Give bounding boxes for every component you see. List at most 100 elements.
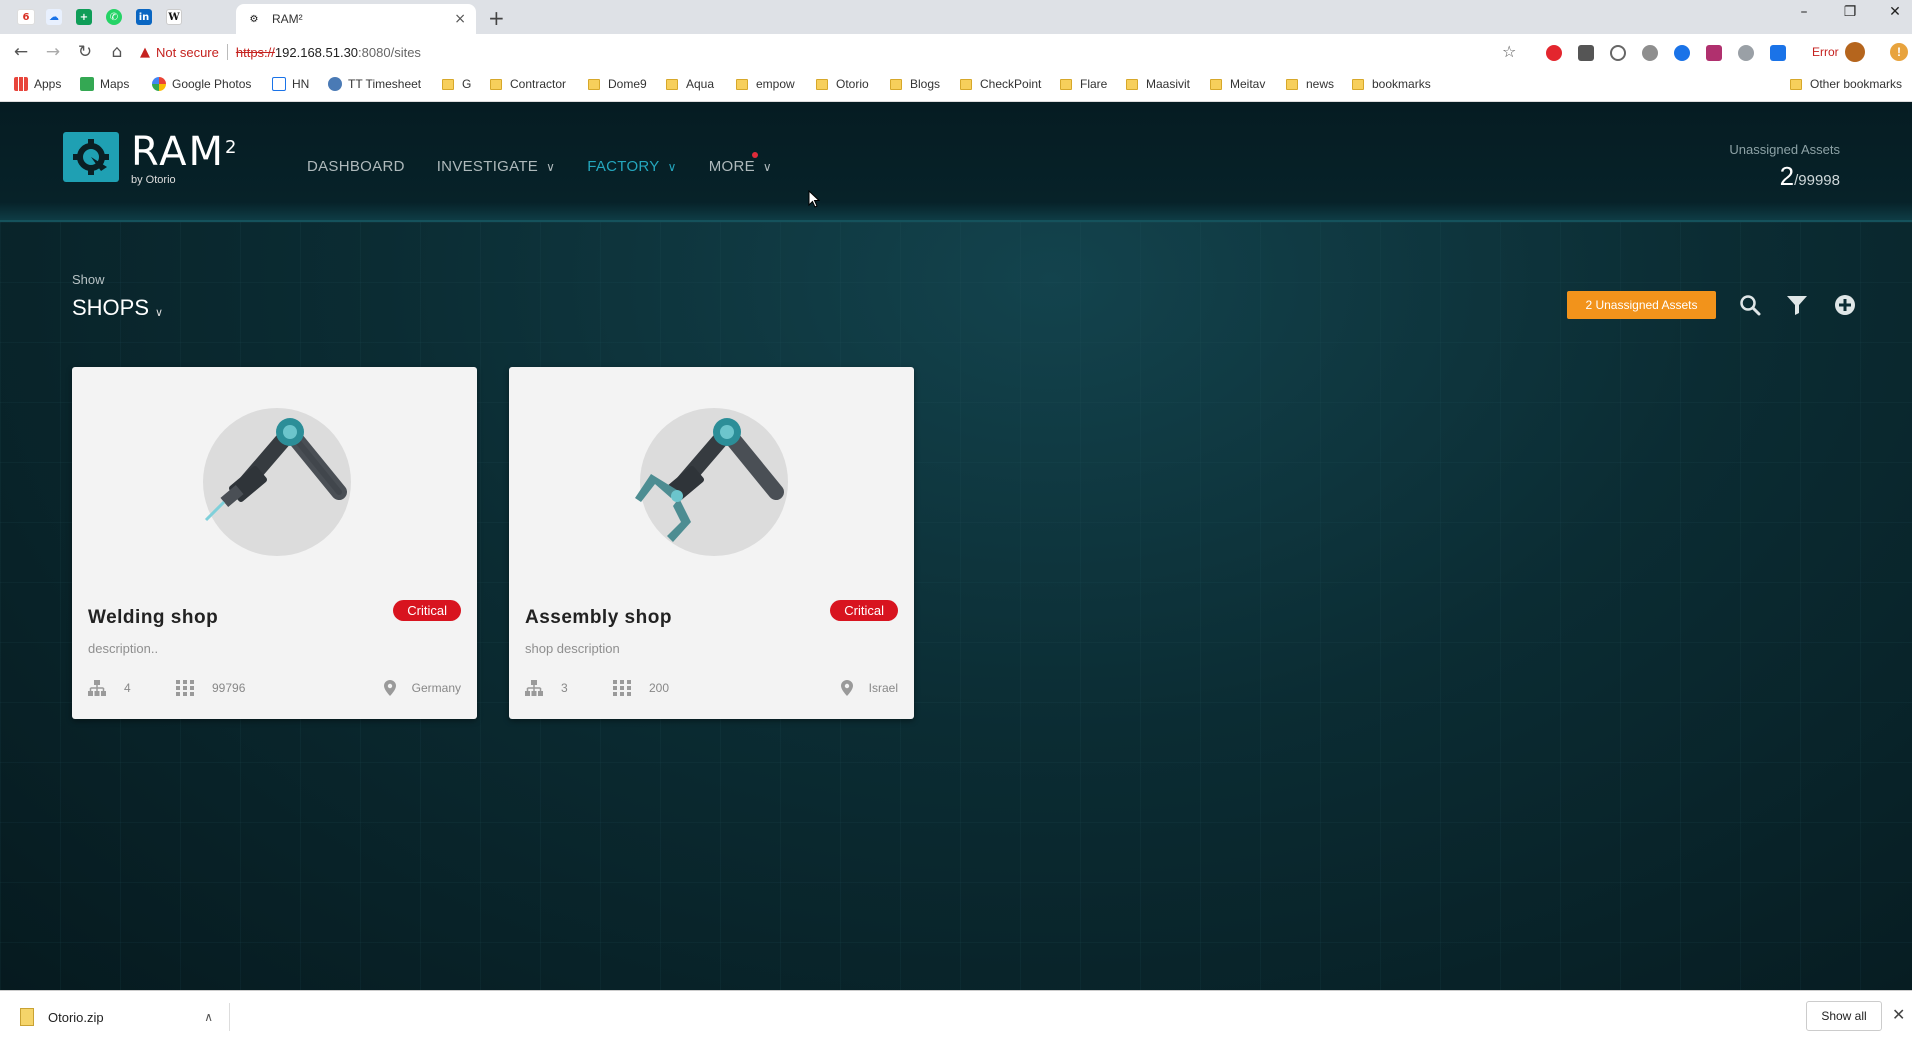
url-path: :8080/sites	[358, 44, 421, 60]
close-downloads-icon[interactable]: ✕	[1892, 1005, 1905, 1024]
new-tab-button[interactable]: +	[488, 6, 505, 30]
gmail-tab[interactable]: 6	[14, 6, 38, 28]
nav-more[interactable]: MORE ∨	[708, 152, 772, 175]
add-circle-icon[interactable]	[1832, 292, 1858, 318]
nav-factory[interactable]: FACTORY ∨	[587, 158, 677, 175]
window-close-button[interactable]: ✕	[1880, 4, 1910, 20]
bookmark-label: Otorio	[836, 77, 869, 91]
download-item[interactable]: Otorio.zip ∧	[20, 1003, 230, 1031]
bookmark-contractor[interactable]: Contractor	[490, 77, 566, 91]
forward-arrow-icon[interactable]: →	[42, 42, 64, 62]
bookmark-dome9[interactable]: Dome9	[588, 77, 647, 91]
reload-icon[interactable]: ↻	[74, 42, 96, 62]
chevron-down-icon: ∨	[762, 159, 772, 174]
location-value: Germany	[411, 681, 461, 695]
bookmark-tt-timesheet[interactable]: TT Timesheet	[328, 77, 421, 91]
app-content: RAM2 by Otorio DASHBOARD INVESTIGATE ∨ F…	[0, 102, 1912, 990]
extension-3-icon[interactable]	[1610, 45, 1626, 61]
sheets-tab[interactable]: +	[72, 6, 96, 28]
bookmark-meitav[interactable]: Meitav	[1210, 77, 1265, 91]
mouse-cursor-icon	[808, 190, 820, 208]
bookmark-label: HN	[292, 77, 310, 91]
bookmark-flare[interactable]: Flare	[1060, 77, 1107, 91]
status-badge: Critical	[830, 600, 898, 621]
bookmark-maps[interactable]: Maps	[80, 77, 129, 91]
main-nav: DASHBOARD INVESTIGATE ∨ FACTORY ∨ MORE ∨	[307, 152, 772, 175]
update-icon[interactable]: !	[1890, 43, 1908, 61]
unassigned-assets-summary[interactable]: Unassigned Assets 2/99998	[1729, 142, 1840, 192]
shop-card-assembly[interactable]: Assembly shop Critical shop description …	[509, 367, 914, 719]
linkedin-tab[interactable]: in	[132, 6, 156, 28]
url-host: 192.168.51.30	[274, 44, 359, 60]
bookmark-blogs[interactable]: Blogs	[890, 77, 940, 91]
extension-2-icon[interactable]	[1578, 45, 1594, 61]
bookmark-label: news	[1306, 77, 1335, 91]
minimize-button[interactable]: –	[1789, 4, 1819, 20]
ram-logo[interactable]: RAM2 by Otorio	[63, 132, 239, 186]
gmail-icon: 6	[17, 9, 35, 25]
whatsapp-tab[interactable]: ✆	[102, 6, 126, 28]
home-icon[interactable]: ⌂	[106, 42, 128, 62]
search-icon[interactable]	[1737, 292, 1763, 318]
downloads-bar: Otorio.zip ∧ Show all ✕	[0, 990, 1912, 1040]
notification-dot	[751, 152, 758, 158]
warning-icon: ▲	[140, 44, 150, 60]
bookmark-maasivit[interactable]: Maasivit	[1126, 77, 1190, 91]
chat-extension-icon[interactable]	[1770, 45, 1786, 61]
chevron-up-icon[interactable]: ∧	[204, 1010, 213, 1024]
tab-close-icon[interactable]: ×	[454, 11, 466, 27]
asset-value: 200	[649, 681, 670, 695]
logo-gear-icon	[63, 132, 119, 182]
bookmark-hn[interactable]: HN	[272, 77, 309, 91]
extension-7-icon[interactable]	[1738, 45, 1754, 61]
bookmark-apps[interactable]: Apps	[14, 77, 61, 91]
location-pin-icon	[840, 680, 853, 696]
bookmark-empow[interactable]: empow	[736, 77, 795, 91]
opera-extension-icon[interactable]	[1546, 45, 1562, 61]
profile-error-chip[interactable]: Error	[1812, 41, 1865, 63]
view-select[interactable]: SHOPS ∨	[72, 295, 163, 321]
bookmark-label: Maps	[100, 77, 130, 91]
bookmark-label: bookmarks	[1372, 77, 1431, 91]
show-all-button[interactable]: Show all	[1806, 1001, 1882, 1031]
bookmark-otorio[interactable]: Otorio	[816, 77, 869, 91]
bookmark-star-icon[interactable]: ☆	[1502, 42, 1516, 61]
address-bar[interactable]: ▲ Not secure https:// 192.168.51.30 :808…	[140, 38, 1510, 66]
chevron-down-icon: ∨	[667, 159, 677, 174]
security-indicator[interactable]: Not secure	[156, 45, 219, 60]
nav-label: INVESTIGATE	[436, 158, 539, 175]
shop-card-welding[interactable]: Welding shop Critical description.. 4 99…	[72, 367, 477, 719]
logo-superscript: 2	[225, 137, 239, 158]
shop-description: description..	[88, 641, 159, 656]
extension-4-icon[interactable]	[1642, 45, 1658, 61]
bookmark-label: Dome9	[608, 77, 647, 91]
bookmark-news[interactable]: news	[1286, 77, 1334, 91]
sheets-icon: +	[76, 9, 92, 25]
wikipedia-icon: W	[166, 9, 182, 25]
nav-investigate[interactable]: INVESTIGATE ∨	[437, 158, 555, 175]
folder-icon	[890, 78, 902, 90]
wikipedia-tab[interactable]: W	[162, 6, 186, 28]
active-tab[interactable]: ⚙ RAM² ×	[236, 4, 476, 34]
bookmark-g[interactable]: G	[442, 77, 471, 91]
back-arrow-icon[interactable]: ←	[10, 42, 32, 62]
pinned-tab-2[interactable]: ☁	[42, 6, 66, 28]
nav-label: MORE	[708, 158, 755, 175]
omnibox-divider	[226, 44, 228, 60]
bookmark-other[interactable]: Other bookmarks	[1790, 77, 1902, 91]
unassigned-assets-button[interactable]: 2 Unassigned Assets	[1567, 291, 1716, 319]
hierarchy-icon	[88, 680, 106, 696]
bookmark-label: Other bookmarks	[1810, 77, 1903, 91]
bookmark-label: Maasivit	[1146, 77, 1191, 91]
bookmark-bookmarks[interactable]: bookmarks	[1352, 77, 1431, 91]
bookmark-google-photos[interactable]: Google Photos	[152, 77, 251, 91]
filter-icon[interactable]	[1784, 292, 1810, 318]
restore-button[interactable]: ❐	[1835, 4, 1865, 20]
nav-dashboard[interactable]: DASHBOARD	[307, 158, 405, 175]
folder-icon	[1126, 78, 1138, 90]
bookmark-aqua[interactable]: Aqua	[666, 77, 714, 91]
extension-6-icon[interactable]	[1706, 45, 1722, 61]
bookmark-checkpoint[interactable]: CheckPoint	[960, 77, 1041, 91]
folder-icon	[960, 78, 972, 90]
extension-5-icon[interactable]	[1674, 45, 1690, 61]
